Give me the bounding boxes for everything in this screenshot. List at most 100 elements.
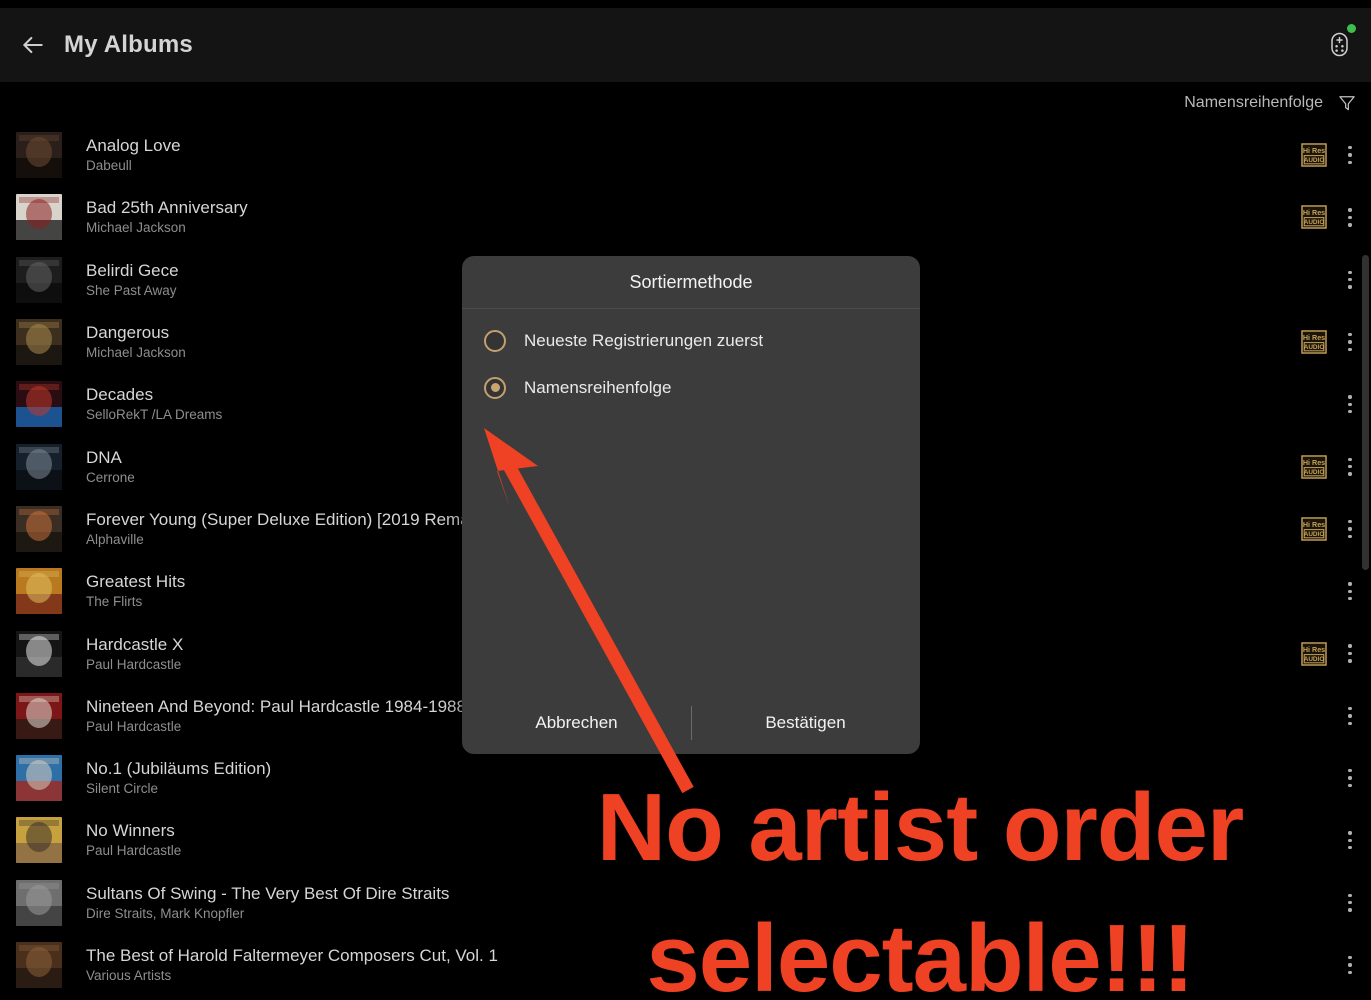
- cancel-button[interactable]: Abbrechen: [462, 692, 691, 754]
- album-cover-thumbnail: [16, 256, 62, 303]
- svg-text:Hi Res: Hi Res: [1303, 645, 1325, 654]
- album-cover-thumbnail: [16, 879, 62, 926]
- album-cover-thumbnail: [16, 194, 62, 241]
- album-row-actions: Hi ResAUDIO: [1301, 704, 1361, 728]
- album-artist: Paul Hardcastle: [86, 843, 182, 859]
- overflow-menu-icon[interactable]: [1339, 455, 1361, 479]
- sort-filter-bar: Namensreihenfolge: [0, 82, 1371, 124]
- album-row[interactable]: Sultans Of Swing - The Very Best Of Dire…: [0, 872, 1371, 934]
- album-row-actions: Hi ResAUDIO: [1301, 516, 1361, 541]
- album-artist: Silent Circle: [86, 781, 159, 797]
- connection-status-dot: [1347, 24, 1356, 33]
- album-row[interactable]: Bad 25th Anniversary Michael Jackson Hi Re…: [0, 186, 1371, 248]
- album-row-actions: Hi ResAUDIO: [1301, 891, 1361, 915]
- sort-method-dialog: Sortiermethode Neueste Registrierungen z…: [462, 256, 920, 754]
- overflow-menu-icon[interactable]: [1339, 579, 1361, 603]
- back-arrow-icon[interactable]: [18, 30, 48, 60]
- album-row-actions: Hi ResAUDIO: [1301, 828, 1361, 852]
- album-artist: Dire Straits, Mark Knopfler: [86, 905, 245, 921]
- album-row-text: Sultans Of Swing - The Very Best Of Dire…: [86, 883, 1289, 923]
- album-cover-thumbnail: [16, 132, 62, 179]
- remote-control-icon[interactable]: [1325, 24, 1356, 62]
- overflow-menu-icon[interactable]: [1339, 704, 1361, 728]
- hires-audio-badge-icon: Hi Res AUDIO: [1301, 205, 1327, 230]
- dialog-option-list: Neueste Registrierungen zuerst Namensreih…: [462, 309, 920, 692]
- svg-text:AUDIO: AUDIO: [1304, 219, 1325, 226]
- radio-button-selected-icon[interactable]: [484, 376, 506, 399]
- hires-audio-badge-icon: Hi Res AUDIO: [1301, 330, 1327, 355]
- album-title: Sultans Of Swing - The Very Best Of Dire…: [86, 883, 450, 903]
- sort-option-row[interactable]: Neueste Registrierungen zuerst: [462, 317, 920, 364]
- album-cover-thumbnail: [16, 505, 62, 552]
- confirm-button[interactable]: Bestätigen: [691, 692, 920, 754]
- svg-text:Hi Res: Hi Res: [1303, 146, 1325, 155]
- svg-text:AUDIO: AUDIO: [1304, 469, 1325, 476]
- album-row-actions: Hi ResAUDIO: [1301, 392, 1361, 416]
- album-title: Analog Love: [86, 136, 181, 156]
- page-title: My Albums: [64, 31, 193, 58]
- album-cover-thumbnail: [16, 755, 62, 802]
- album-cover-thumbnail: [16, 568, 62, 615]
- radio-button-icon[interactable]: [484, 329, 506, 352]
- overflow-menu-icon[interactable]: [1339, 953, 1361, 977]
- overflow-menu-icon[interactable]: [1339, 766, 1361, 790]
- album-artist: Dabeull: [86, 158, 132, 174]
- hires-audio-badge-icon: Hi Res AUDIO: [1301, 641, 1327, 666]
- album-row-text: Analog Love Dabeull: [86, 135, 1289, 175]
- hires-audio-badge-icon: Hi Res AUDIO: [1301, 454, 1327, 479]
- dialog-button-divider: [691, 706, 692, 740]
- album-title: No Winners: [86, 821, 175, 841]
- svg-text:AUDIO: AUDIO: [1304, 656, 1325, 663]
- album-row-actions: Hi Res AUDIO: [1301, 330, 1361, 355]
- album-row-text: No.1 (Jubiläums Edition) Silent Circle: [86, 758, 1289, 798]
- overflow-menu-icon[interactable]: [1339, 828, 1361, 852]
- album-row-actions: Hi Res AUDIO: [1301, 454, 1361, 479]
- hires-audio-badge-icon: Hi Res AUDIO: [1301, 143, 1327, 168]
- album-row-actions: Hi ResAUDIO: [1301, 205, 1361, 230]
- album-row-actions: Hi ResAUDIO: [1301, 268, 1361, 292]
- album-title: No.1 (Jubiläums Edition): [86, 759, 272, 779]
- album-row[interactable]: The Best of Harold Faltermeyer Composers…: [0, 934, 1371, 996]
- album-title: The Best of Harold Faltermeyer Composers…: [86, 946, 498, 965]
- album-row-text: Bad 25th Anniversary Michael Jackson: [86, 197, 1289, 237]
- album-row-actions: Hi Res AUDIO: [1301, 143, 1361, 168]
- album-cover-thumbnail: [16, 942, 62, 988]
- album-cover-thumbnail: [16, 817, 62, 864]
- overflow-menu-icon[interactable]: [1339, 642, 1361, 666]
- svg-text:AUDIO: AUDIO: [1304, 157, 1325, 164]
- svg-text:Hi Res: Hi Res: [1303, 458, 1325, 467]
- album-artist: Michael Jackson: [86, 220, 186, 236]
- overflow-menu-icon[interactable]: [1339, 205, 1361, 229]
- overflow-menu-icon[interactable]: [1339, 143, 1361, 167]
- overflow-menu-icon[interactable]: [1339, 330, 1361, 354]
- album-row-text: The Best of Harold Faltermeyer Composers…: [86, 945, 1289, 985]
- album-row-actions: Hi ResAUDIO: [1301, 579, 1361, 603]
- album-title: Bad 25th Anniversary: [86, 198, 248, 218]
- album-cover-thumbnail: [16, 319, 62, 366]
- filter-funnel-icon[interactable]: [1337, 93, 1357, 113]
- overflow-menu-icon[interactable]: [1339, 891, 1361, 915]
- album-cover-thumbnail: [16, 630, 62, 677]
- album-row-actions: Hi Res AUDIO: [1301, 641, 1361, 666]
- overflow-menu-icon[interactable]: [1339, 517, 1361, 541]
- svg-text:Hi Res: Hi Res: [1303, 520, 1325, 529]
- dialog-title: Sortiermethode: [462, 256, 920, 309]
- album-row[interactable]: No.1 (Jubiläums Edition) Silent Circle Hi …: [0, 747, 1371, 809]
- album-row[interactable]: Analog Love Dabeull Hi Res AUDIO: [0, 124, 1371, 186]
- hires-audio-badge-icon: Hi Res AUDIO: [1301, 516, 1327, 541]
- svg-text:Hi Res: Hi Res: [1303, 333, 1325, 342]
- overflow-menu-icon[interactable]: [1339, 268, 1361, 292]
- album-row-text: No Winners Paul Hardcastle: [86, 820, 1289, 860]
- sort-option-label: Neueste Registrierungen zuerst: [524, 330, 764, 350]
- album-cover-thumbnail: [16, 692, 62, 739]
- album-cover-thumbnail: [16, 443, 62, 490]
- overflow-menu-icon[interactable]: [1339, 392, 1361, 416]
- album-row[interactable]: No Winners Paul Hardcastle Hi ResAUDIO: [0, 809, 1371, 871]
- vertical-scrollbar[interactable]: [1362, 255, 1369, 570]
- app-screen: My Albums Namensreihenfolge Analog Love D…: [0, 0, 1371, 1000]
- sort-option-row[interactable]: Namensreihenfolge: [462, 364, 920, 411]
- svg-text:AUDIO: AUDIO: [1304, 344, 1325, 351]
- sort-option-label: Namensreihenfolge: [524, 377, 672, 397]
- current-sort-label[interactable]: Namensreihenfolge: [1184, 94, 1323, 112]
- album-row-actions: Hi ResAUDIO: [1301, 766, 1361, 790]
